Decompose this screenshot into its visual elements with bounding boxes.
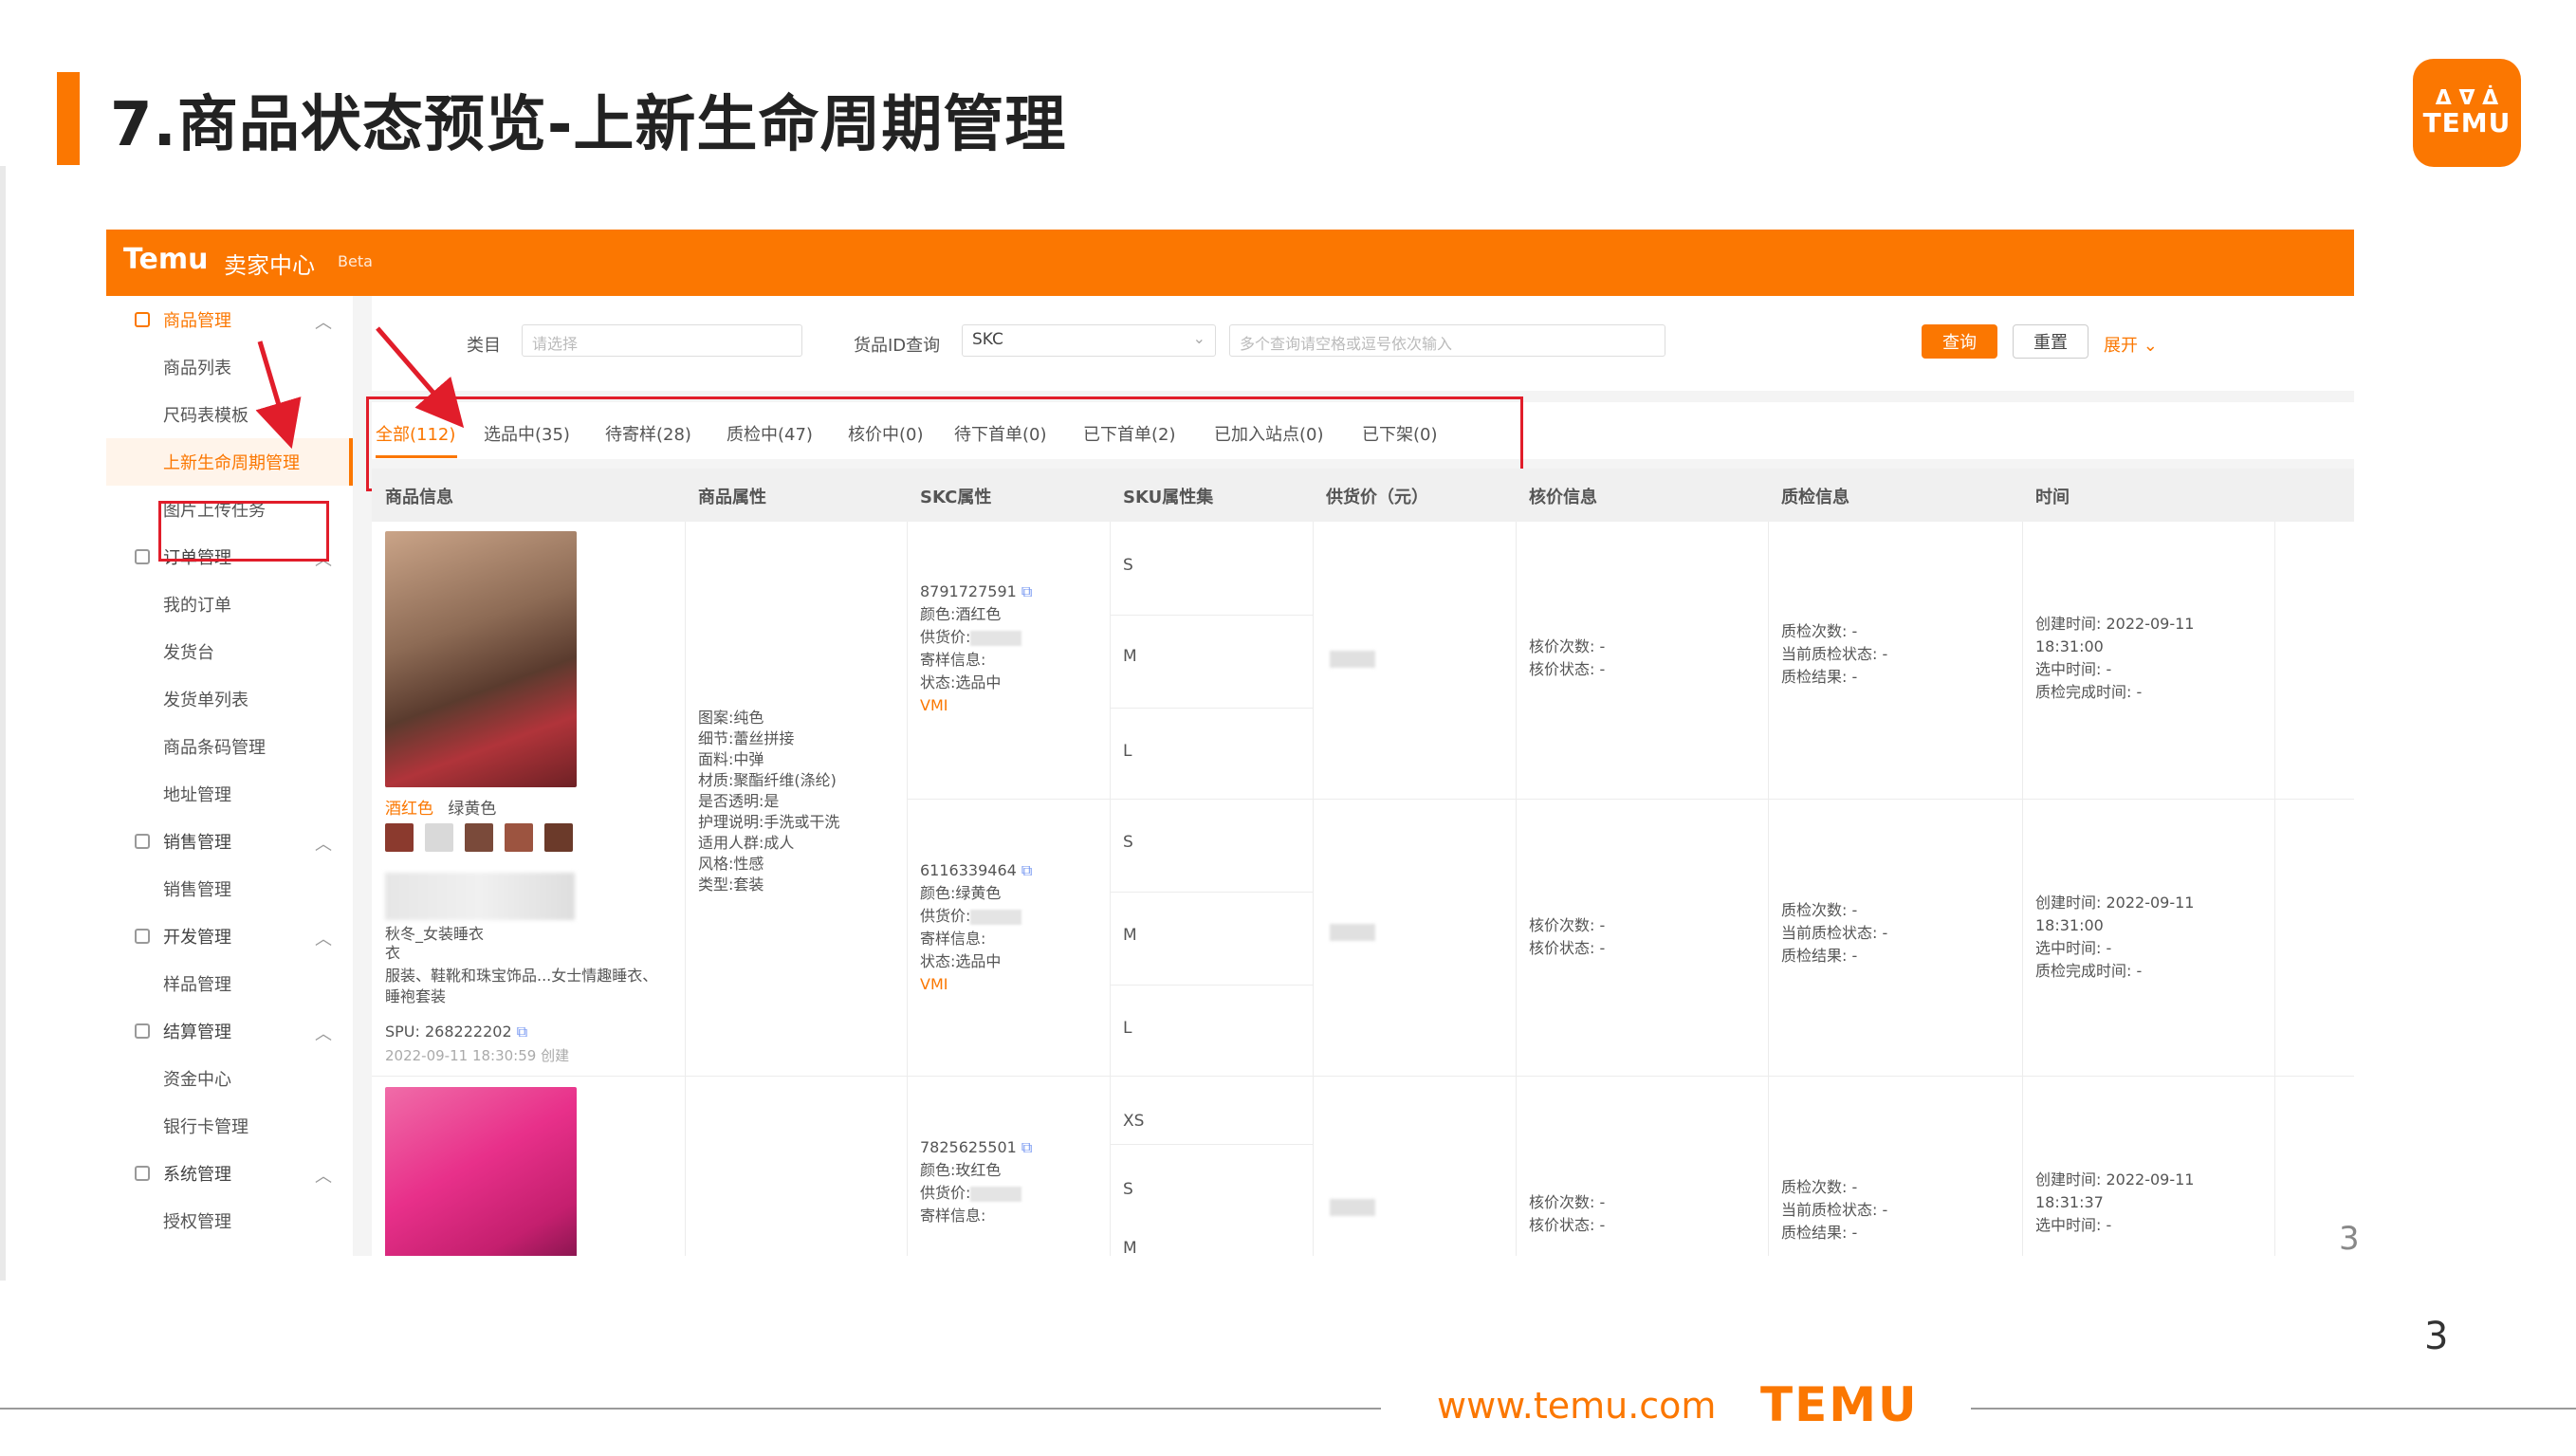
arrow-to-tabs (376, 326, 465, 429)
temu-logo: ᐃ ᐁ ᐄ TEMU (2413, 59, 2521, 167)
annotation-arrows (255, 326, 465, 450)
arrow-to-sidebar-item (255, 341, 302, 450)
logo-mark: ᐃ ᐁ ᐄ (2435, 86, 2499, 110)
stray-digit: 3 (2339, 1220, 2360, 1258)
seller-center-screenshot: Temu 卖家中心 Beta 商品管理 ︿ 商品列表 尺码表模板 上新生命周期管… (106, 230, 2354, 1256)
footer-divider-left (0, 1408, 1381, 1410)
left-edge-strip (0, 166, 6, 1281)
logo-text: TEMU (2422, 107, 2512, 138)
footer-url[interactable]: www.temu.com (1437, 1385, 1716, 1427)
title-accent-bar (57, 72, 80, 165)
page-number: 3 (2424, 1315, 2449, 1358)
footer-divider-right (1971, 1408, 2576, 1410)
slide-title: 7.商品状态预览-上新生命周期管理 (110, 90, 1067, 160)
footer-temu-logo: TEMU (1760, 1377, 1919, 1432)
